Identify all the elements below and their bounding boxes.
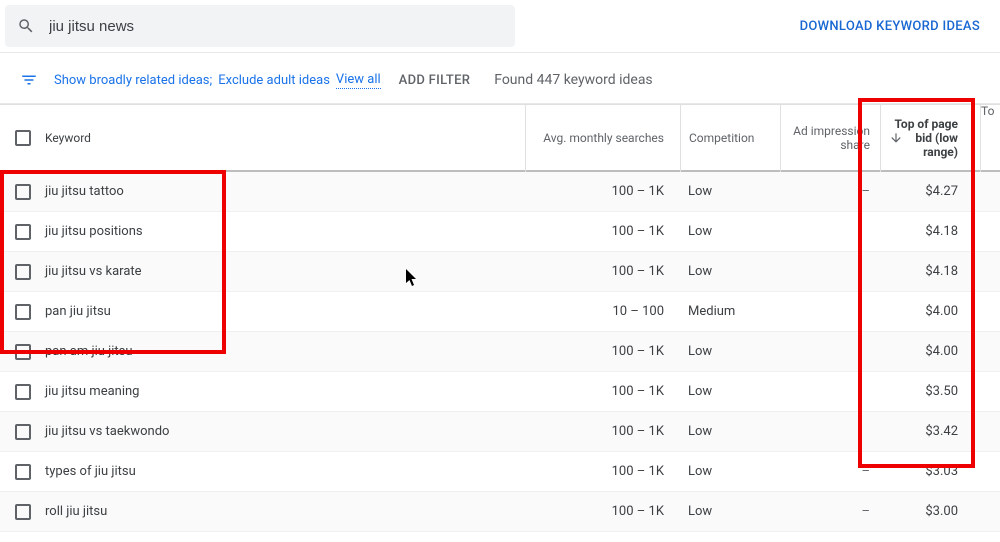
cell-competition: Low (680, 504, 780, 519)
table-row: pan jiu jitsu 10 – 100 Medium $4.00 (0, 292, 1000, 332)
row-checkbox[interactable] (15, 264, 31, 280)
cell-keyword: jiu jitsu meaning (45, 384, 525, 399)
cell-searches: 10 – 100 (525, 304, 680, 319)
cell-impression: – (780, 504, 880, 519)
search-input[interactable] (49, 18, 503, 35)
cell-searches: 100 – 1K (525, 504, 680, 519)
cell-bid: $3.00 (880, 504, 980, 519)
row-checkbox[interactable] (15, 224, 31, 240)
cell-competition: Low (680, 344, 780, 359)
cell-competition: Low (680, 464, 780, 479)
cell-keyword: pan am jiu jitsu (45, 344, 525, 359)
keyword-table: Keyword Avg. monthly searches Competitio… (0, 104, 1000, 532)
filter-broadly-related[interactable]: Show broadly related ideas; (54, 73, 212, 88)
table-row: jiu jitsu meaning 100 – 1K Low $3.50 (0, 372, 1000, 412)
cell-bid: $3.42 (880, 424, 980, 439)
cell-searches: 100 – 1K (525, 464, 680, 479)
cell-competition: Low (680, 184, 780, 199)
cell-searches: 100 – 1K (525, 264, 680, 279)
table-row: pan am jiu jitsu 100 – 1K Low $4.00 (0, 332, 1000, 372)
top-bar: DOWNLOAD KEYWORD IDEAS (0, 0, 1000, 53)
header-top-bid[interactable]: Top of page bid (low range) (880, 104, 980, 172)
row-checkbox[interactable] (15, 424, 31, 440)
search-box[interactable] (5, 5, 515, 47)
cell-searches: 100 – 1K (525, 384, 680, 399)
header-impression[interactable]: Ad impression share (780, 104, 880, 172)
table-row: jiu jitsu positions 100 – 1K Low $4.18 (0, 212, 1000, 252)
select-all-checkbox[interactable] (15, 130, 31, 146)
filter-view-all[interactable]: View all (336, 72, 381, 89)
found-count-text: Found 447 keyword ideas (494, 72, 652, 88)
cell-keyword: jiu jitsu positions (45, 224, 525, 239)
cell-competition: Low (680, 424, 780, 439)
cell-competition: Low (680, 384, 780, 399)
table-row: jiu jitsu tattoo 100 – 1K Low – $4.27 (0, 172, 1000, 212)
row-checkbox[interactable] (15, 504, 31, 520)
table-row: roll jiu jitsu 100 – 1K Low – $3.00 (0, 492, 1000, 532)
cell-impression: – (780, 184, 880, 199)
header-extra: To (980, 104, 1000, 172)
cell-competition: Low (680, 264, 780, 279)
cell-searches: 100 – 1K (525, 184, 680, 199)
table-row: types of jiu jitsu 100 – 1K Low – $3.03 (0, 452, 1000, 492)
cell-bid: $3.03 (880, 464, 980, 479)
cell-keyword: jiu jitsu tattoo (45, 184, 525, 199)
add-filter-button[interactable]: ADD FILTER (399, 73, 471, 88)
cell-keyword: types of jiu jitsu (45, 464, 525, 479)
filter-icon (20, 71, 38, 89)
filter-exclude-adult[interactable]: Exclude adult ideas (218, 73, 330, 88)
row-checkbox[interactable] (15, 384, 31, 400)
header-searches[interactable]: Avg. monthly searches (525, 104, 680, 172)
table-row: jiu jitsu vs taekwondo 100 – 1K Low $3.4… (0, 412, 1000, 452)
cell-bid: $4.27 (880, 184, 980, 199)
row-checkbox[interactable] (15, 464, 31, 480)
cell-keyword: pan jiu jitsu (45, 304, 525, 319)
cell-competition: Low (680, 224, 780, 239)
header-competition[interactable]: Competition (680, 104, 780, 172)
cell-bid: $4.00 (880, 304, 980, 319)
sort-down-icon (889, 131, 903, 145)
filter-bar: Show broadly related ideas; Exclude adul… (0, 53, 1000, 104)
download-keyword-ideas-link[interactable]: DOWNLOAD KEYWORD IDEAS (800, 19, 980, 34)
cell-impression: – (780, 464, 880, 479)
cell-searches: 100 – 1K (525, 344, 680, 359)
cell-competition: Medium (680, 304, 780, 319)
row-checkbox[interactable] (15, 304, 31, 320)
cell-keyword: jiu jitsu vs taekwondo (45, 424, 525, 439)
cell-bid: $4.18 (880, 264, 980, 279)
table-header: Keyword Avg. monthly searches Competitio… (0, 104, 1000, 172)
cell-bid: $3.50 (880, 384, 980, 399)
cell-keyword: jiu jitsu vs karate (45, 264, 525, 279)
cell-searches: 100 – 1K (525, 424, 680, 439)
cell-bid: $4.00 (880, 344, 980, 359)
row-checkbox[interactable] (15, 184, 31, 200)
search-icon (17, 17, 35, 35)
header-keyword[interactable]: Keyword (45, 131, 525, 145)
cell-bid: $4.18 (880, 224, 980, 239)
cell-keyword: roll jiu jitsu (45, 504, 525, 519)
row-checkbox[interactable] (15, 344, 31, 360)
table-row: jiu jitsu vs karate 100 – 1K Low $4.18 (0, 252, 1000, 292)
cell-searches: 100 – 1K (525, 224, 680, 239)
